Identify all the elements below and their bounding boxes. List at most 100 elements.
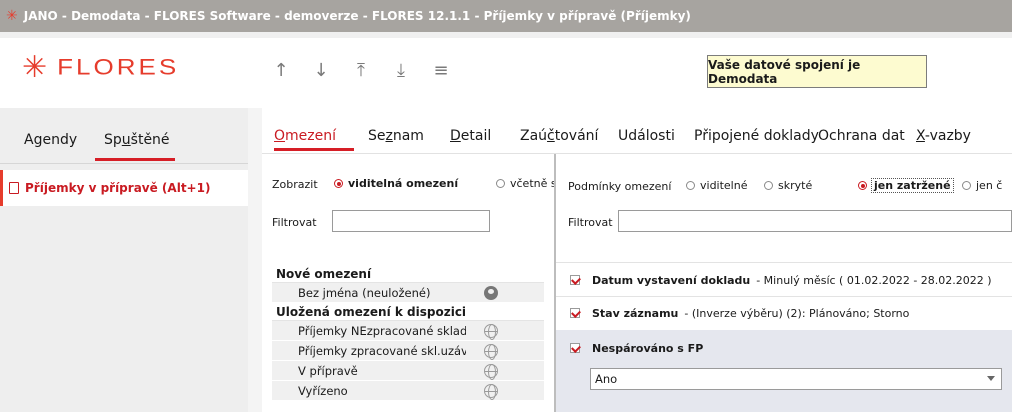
filter-label: Filtrovat — [568, 216, 613, 229]
condition-detail: - Minulý měsíc ( 01.02.2022 - 28.02.2022… — [756, 273, 992, 287]
arrow-down-icon[interactable]: ↓ — [310, 60, 332, 81]
radio-label: viditelná omezení — [348, 177, 459, 190]
tab-omezeni[interactable]: Omezení — [274, 128, 336, 144]
list-item[interactable]: Příjemky NEzpracované sklad — [272, 321, 544, 341]
show-label: Zobrazit — [272, 178, 318, 191]
flores-logo: ✳ FLORES — [22, 52, 179, 83]
tab-omezeni-accel: O — [274, 128, 286, 144]
list-item[interactable]: V přípravě — [272, 361, 544, 381]
list-item-label: V přípravě — [298, 363, 358, 378]
tab-seznam-accel: z — [385, 128, 393, 144]
active-tab-indicator — [95, 158, 175, 161]
globe-icon — [484, 324, 498, 340]
tab-spustene[interactable]: Spuštěné — [104, 132, 170, 148]
arrow-bottom-icon[interactable]: ⤓ — [390, 60, 412, 81]
globe-icon — [484, 384, 498, 400]
condition-checkbox[interactable] — [570, 343, 580, 353]
globe-icon — [484, 364, 498, 380]
chevron-down-icon — [987, 376, 995, 381]
select-value: Ano — [595, 372, 618, 386]
list-item-unsaved[interactable]: Bez jména (neuložené) — [272, 283, 544, 303]
pane-gap — [248, 108, 262, 412]
tab-x-vazby[interactable]: X-vazby — [916, 128, 971, 144]
document-icon — [9, 182, 19, 194]
condition-detail: - (Inverze výběru) (2): Plánováno; Storn… — [684, 306, 910, 320]
condition-checkbox[interactable] — [570, 275, 580, 285]
tab-spustene-label-pre: Sp — [104, 132, 122, 148]
tab-udalosti[interactable]: Události — [618, 128, 675, 144]
tab-pripojene-doklady[interactable]: Připojené doklady — [694, 128, 819, 144]
tab-omezeni-post: mezení — [285, 128, 337, 144]
saved-restrictions-header: Uložená omezení k dispozici — [272, 303, 544, 321]
new-restriction-header: Nové omezení — [272, 265, 544, 283]
connection-notice: Vaše datové spojení je Demodata — [707, 55, 927, 88]
condition-header: Nespárováno s FP — [556, 340, 1012, 356]
running-item-label: Příjemky v přípravě (Alt+1) — [25, 181, 211, 195]
conditions-filter-input[interactable] — [618, 210, 1012, 232]
radio-label: jen č — [976, 179, 1003, 192]
record-navigation: ↑ ↓ ⤒ ⤓ ≡ — [270, 60, 452, 81]
radio-conditions-hidden[interactable]: skryté — [764, 179, 812, 192]
restriction-filter-input[interactable] — [332, 210, 490, 232]
tab-x-vazby-accel: X — [916, 128, 925, 144]
tab-detail[interactable]: Detail — [450, 128, 491, 144]
left-divider — [0, 163, 248, 164]
radio-conditions-unchecked-only[interactable]: jen č — [962, 179, 1002, 192]
app-header: ✳ FLORES ↑ ↓ ⤒ ⤓ ≡ Vaše datové spojení j… — [0, 38, 1012, 108]
menu-icon[interactable]: ≡ — [430, 60, 452, 81]
title-bar: ✳ JANO - Demodata - FLORES Software - de… — [0, 0, 1012, 32]
radio-conditions-visible[interactable]: viditelné — [686, 179, 747, 192]
radio-label: včetně s — [510, 177, 554, 190]
radio-including-hidden[interactable]: včetně s — [496, 177, 554, 190]
tab-zauctovani-post: tování — [554, 128, 599, 144]
radio-conditions-checked-only[interactable]: jen zatržené — [858, 178, 954, 193]
running-item-prijemky[interactable]: Příjemky v přípravě (Alt+1) — [0, 170, 248, 206]
conditions-panel: Podmínky omezení viditelné skryté jen za… — [556, 154, 1012, 412]
list-item-label: Vyřízeno — [298, 383, 348, 398]
condition-checkbox[interactable] — [570, 308, 580, 318]
list-item-label: Bez jména (neuložené) — [298, 285, 431, 300]
conditions-divider — [556, 262, 1012, 263]
list-item[interactable]: Vyřízeno — [272, 381, 544, 401]
tab-detail-accel: D — [450, 128, 461, 144]
radio-visible-restrictions[interactable]: viditelná omezení — [334, 177, 458, 190]
left-pane: Agendy Spuštěné Příjemky v přípravě (Alt… — [0, 108, 248, 412]
list-item[interactable]: Příjemky zpracované skl.uzáv — [272, 341, 544, 361]
condition-name: Nespárováno s FP — [592, 341, 704, 355]
radio-dot-icon — [496, 179, 505, 188]
condition-row-status: Stav záznamu - (Inverze výběru) (2): Plá… — [556, 305, 1012, 321]
radio-label: viditelné — [700, 179, 748, 192]
tab-zauctovani-accel: č — [547, 128, 555, 144]
window-title: JANO - Demodata - FLORES Software - demo… — [23, 9, 691, 23]
filter-label: Filtrovat — [272, 216, 317, 229]
radio-dot-icon — [686, 181, 695, 190]
logo-text: FLORES — [57, 54, 180, 80]
globe-icon — [484, 344, 498, 360]
left-tabs: Agendy Spuštěné — [0, 122, 248, 162]
tab-seznam[interactable]: Seznam — [368, 128, 424, 144]
condition-name: Datum vystavení dokladu — [592, 273, 751, 287]
tab-seznam-pre: Se — [368, 128, 386, 144]
arrow-up-icon[interactable]: ↑ — [270, 60, 292, 81]
radio-label: skryté — [778, 179, 813, 192]
tab-agendy[interactable]: Agendy — [24, 132, 77, 148]
conditions-label: Podmínky omezení — [568, 180, 672, 193]
tab-ochrana-dat[interactable]: Ochrana dat — [818, 128, 905, 144]
radio-dot-icon — [334, 179, 343, 188]
tab-x-vazby-post: -vazby — [924, 128, 971, 144]
list-item-label: Příjemky zpracované skl.uzáv — [298, 343, 466, 358]
radio-dot-icon — [962, 181, 971, 190]
tab-zauctovani[interactable]: Zaúčtování — [520, 128, 598, 144]
restriction-list: Nové omezení Bez jména (neuložené) Ulože… — [272, 265, 544, 412]
active-tab-indicator — [274, 148, 354, 151]
tab-detail-post: etail — [460, 128, 492, 144]
user-icon — [484, 286, 498, 300]
main-tabs: Omezení Seznam Detail Zaúčtování Událost… — [262, 108, 1012, 154]
condition-row-unpaired: Nespárováno s FP Ano — [556, 330, 1012, 412]
condition-value-select[interactable]: Ano — [590, 368, 1002, 390]
flores-logo-icon: ✳ — [22, 49, 48, 85]
restriction-list-panel: Zobrazit viditelná omezení včetně s Filt… — [262, 154, 554, 412]
arrow-top-icon[interactable]: ⤒ — [350, 60, 372, 81]
tab-zauctovani-pre: Zaú — [520, 128, 548, 144]
tab-spustene-label-accel: u — [121, 132, 131, 148]
